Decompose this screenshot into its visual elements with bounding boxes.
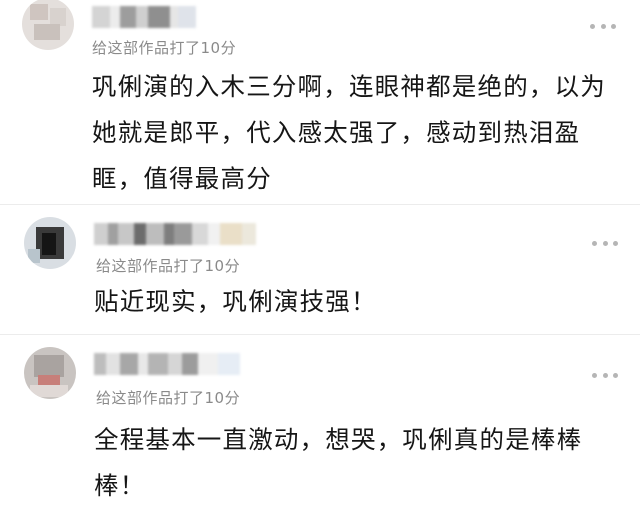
- comment-item: 给这部作品打了10分 巩俐演的入木三分啊，连眼神都是绝的，以为她就是郎平，代入感…: [0, 0, 640, 200]
- more-dots-icon[interactable]: [590, 22, 616, 30]
- avatar[interactable]: [24, 347, 76, 399]
- comment-item: 给这部作品打了10分 贴近现实，巩俐演技强！: [0, 205, 640, 335]
- comment-item: 给这部作品打了10分 全程基本一直激动，想哭，巩俐真的是棒棒棒！: [0, 335, 640, 524]
- rating-text: 给这部作品打了10分: [96, 257, 241, 275]
- comment-text: 全程基本一直激动，想哭，巩俐真的是棒棒棒！: [94, 425, 583, 500]
- comment-text: 贴近现实，巩俐演技强！: [94, 287, 377, 316]
- username[interactable]: [94, 353, 269, 375]
- comment-text: 巩俐演的入木三分啊，连眼神都是绝的，以为她就是郎平，代入感太强了，感动到热泪盈眶…: [92, 72, 606, 193]
- more-dots-icon[interactable]: [592, 239, 618, 247]
- username[interactable]: [92, 6, 212, 28]
- username[interactable]: [94, 223, 269, 245]
- avatar[interactable]: [22, 0, 74, 50]
- rating-text: 给这部作品打了10分: [96, 389, 241, 407]
- avatar[interactable]: [24, 217, 76, 269]
- more-dots-icon[interactable]: [592, 371, 618, 379]
- rating-text: 给这部作品打了10分: [92, 39, 237, 57]
